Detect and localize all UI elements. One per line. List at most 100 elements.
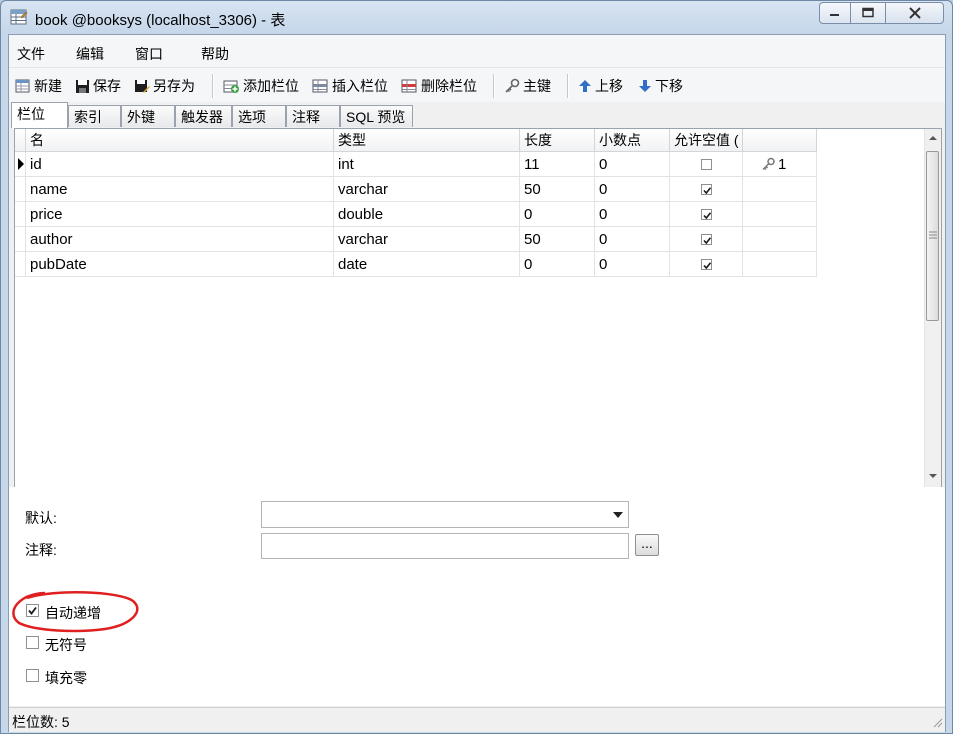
unsigned-checkbox[interactable] [26,636,39,649]
add-field-button[interactable]: 添加栏位 [223,75,299,97]
menu-window[interactable]: 窗口 [135,44,163,64]
new-icon [15,79,30,93]
scroll-down-icon[interactable] [929,473,937,479]
menu-edit[interactable]: 编辑 [76,44,104,64]
cell-key[interactable] [743,177,817,202]
nullable-checkbox[interactable] [701,234,712,245]
row-selector[interactable] [15,227,26,252]
move-up-button[interactable]: 上移 [578,75,623,97]
cell-nullable[interactable] [670,152,743,177]
cell-name[interactable]: name [26,177,334,202]
tab-indexes[interactable]: 索引 [68,105,121,127]
save-button[interactable]: 保存 [75,75,121,97]
add-field-label: 添加栏位 [243,78,299,94]
tab-triggers[interactable]: 触发器 [175,105,232,127]
row-selector[interactable] [15,177,26,202]
primary-key-button[interactable]: 主键 [504,75,551,97]
vertical-scrollbar[interactable] [924,129,941,487]
table-row[interactable]: price double 0 0 [15,202,825,227]
cell-key[interactable] [743,252,817,277]
table-row[interactable]: name varchar 50 0 [15,177,825,202]
new-label: 新建 [34,78,62,94]
cell-key[interactable]: 1 [743,152,817,177]
minimize-button[interactable] [819,2,851,24]
save-as-button[interactable]: 另存为 [134,75,195,97]
checkmark-icon [703,187,712,195]
delete-field-button[interactable]: 删除栏位 [401,75,477,97]
cell-key[interactable] [743,227,817,252]
comment-input[interactable] [261,533,629,559]
cell-key[interactable] [743,202,817,227]
cell-type[interactable]: varchar [334,227,520,252]
cell-type[interactable]: double [334,202,520,227]
new-button[interactable]: 新建 [15,75,62,97]
table-row[interactable]: pubDate date 0 0 [15,252,825,277]
close-button[interactable] [885,2,944,24]
title-bar[interactable]: book @booksys (localhost_3306) - 表 [1,1,952,33]
tab-fields[interactable]: 栏位 [11,102,68,128]
menu-file[interactable]: 文件 [17,44,45,64]
cell-decimals[interactable]: 0 [595,202,670,227]
row-selector[interactable] [15,152,26,177]
status-bar: 栏位数: 5 [9,707,945,732]
client-area: 文件 编辑 窗口 帮助 新建 保存 另存为 添加栏位 插入栏位 删除栏位 主键 … [8,34,946,732]
default-select[interactable] [261,501,629,528]
cell-length[interactable]: 0 [520,202,595,227]
cell-name[interactable]: id [26,152,334,177]
toolbar-separator [212,74,214,98]
cell-nullable[interactable] [670,177,743,202]
cell-decimals[interactable]: 0 [595,152,670,177]
save-as-icon [135,79,150,93]
insert-field-label: 插入栏位 [332,78,388,94]
cell-name[interactable]: pubDate [26,252,334,277]
scrollbar-thumb[interactable] [926,151,939,321]
menu-help[interactable]: 帮助 [201,44,229,64]
cell-type[interactable]: varchar [334,177,520,202]
row-selector[interactable] [15,252,26,277]
cell-length[interactable]: 50 [520,227,595,252]
nullable-checkbox[interactable] [701,209,712,220]
nullable-checkbox[interactable] [701,159,712,170]
tab-comment[interactable]: 注释 [286,105,340,127]
fields-grid: 名 类型 长度 小数点 允许空值 ( id int 11 0 1 name varchar 5… [15,129,925,487]
cell-length[interactable]: 11 [520,152,595,177]
move-down-button[interactable]: 下移 [638,75,683,97]
column-header-name[interactable]: 名 [26,129,334,152]
insert-field-button[interactable]: 插入栏位 [312,75,388,97]
scroll-up-icon[interactable] [929,135,937,141]
tab-options[interactable]: 选项 [232,105,286,127]
column-header-type[interactable]: 类型 [334,129,520,152]
tab-foreign-keys[interactable]: 外键 [121,105,175,127]
table-row[interactable]: author varchar 50 0 [15,227,825,252]
unsigned-label: 无符号 [45,637,87,653]
cell-decimals[interactable]: 0 [595,177,670,202]
cell-type[interactable]: int [334,152,520,177]
resize-grip-icon[interactable] [933,718,943,728]
save-icon [76,79,89,93]
cell-name[interactable]: author [26,227,334,252]
cell-name[interactable]: price [26,202,334,227]
cell-length[interactable]: 50 [520,177,595,202]
nullable-checkbox[interactable] [701,184,712,195]
cell-nullable[interactable] [670,202,743,227]
arrow-up-icon [579,80,591,92]
cell-nullable[interactable] [670,227,743,252]
column-header-key[interactable] [743,129,817,152]
tab-sql-preview[interactable]: SQL 预览 [340,105,413,127]
cell-decimals[interactable]: 0 [595,227,670,252]
column-header-decimals[interactable]: 小数点 [595,129,670,152]
maximize-button[interactable] [850,2,886,24]
row-selector[interactable] [15,202,26,227]
column-header-nullable[interactable]: 允许空值 ( [670,129,743,152]
chevron-down-icon [613,512,623,518]
column-header-length[interactable]: 长度 [520,129,595,152]
cell-nullable[interactable] [670,252,743,277]
cell-type[interactable]: date [334,252,520,277]
comment-edit-button[interactable]: ... [635,534,659,556]
cell-length[interactable]: 0 [520,252,595,277]
cell-decimals[interactable]: 0 [595,252,670,277]
maximize-icon [862,7,874,18]
table-row[interactable]: id int 11 0 1 [15,152,825,177]
zerofill-checkbox[interactable] [26,669,39,682]
nullable-checkbox[interactable] [701,259,712,270]
